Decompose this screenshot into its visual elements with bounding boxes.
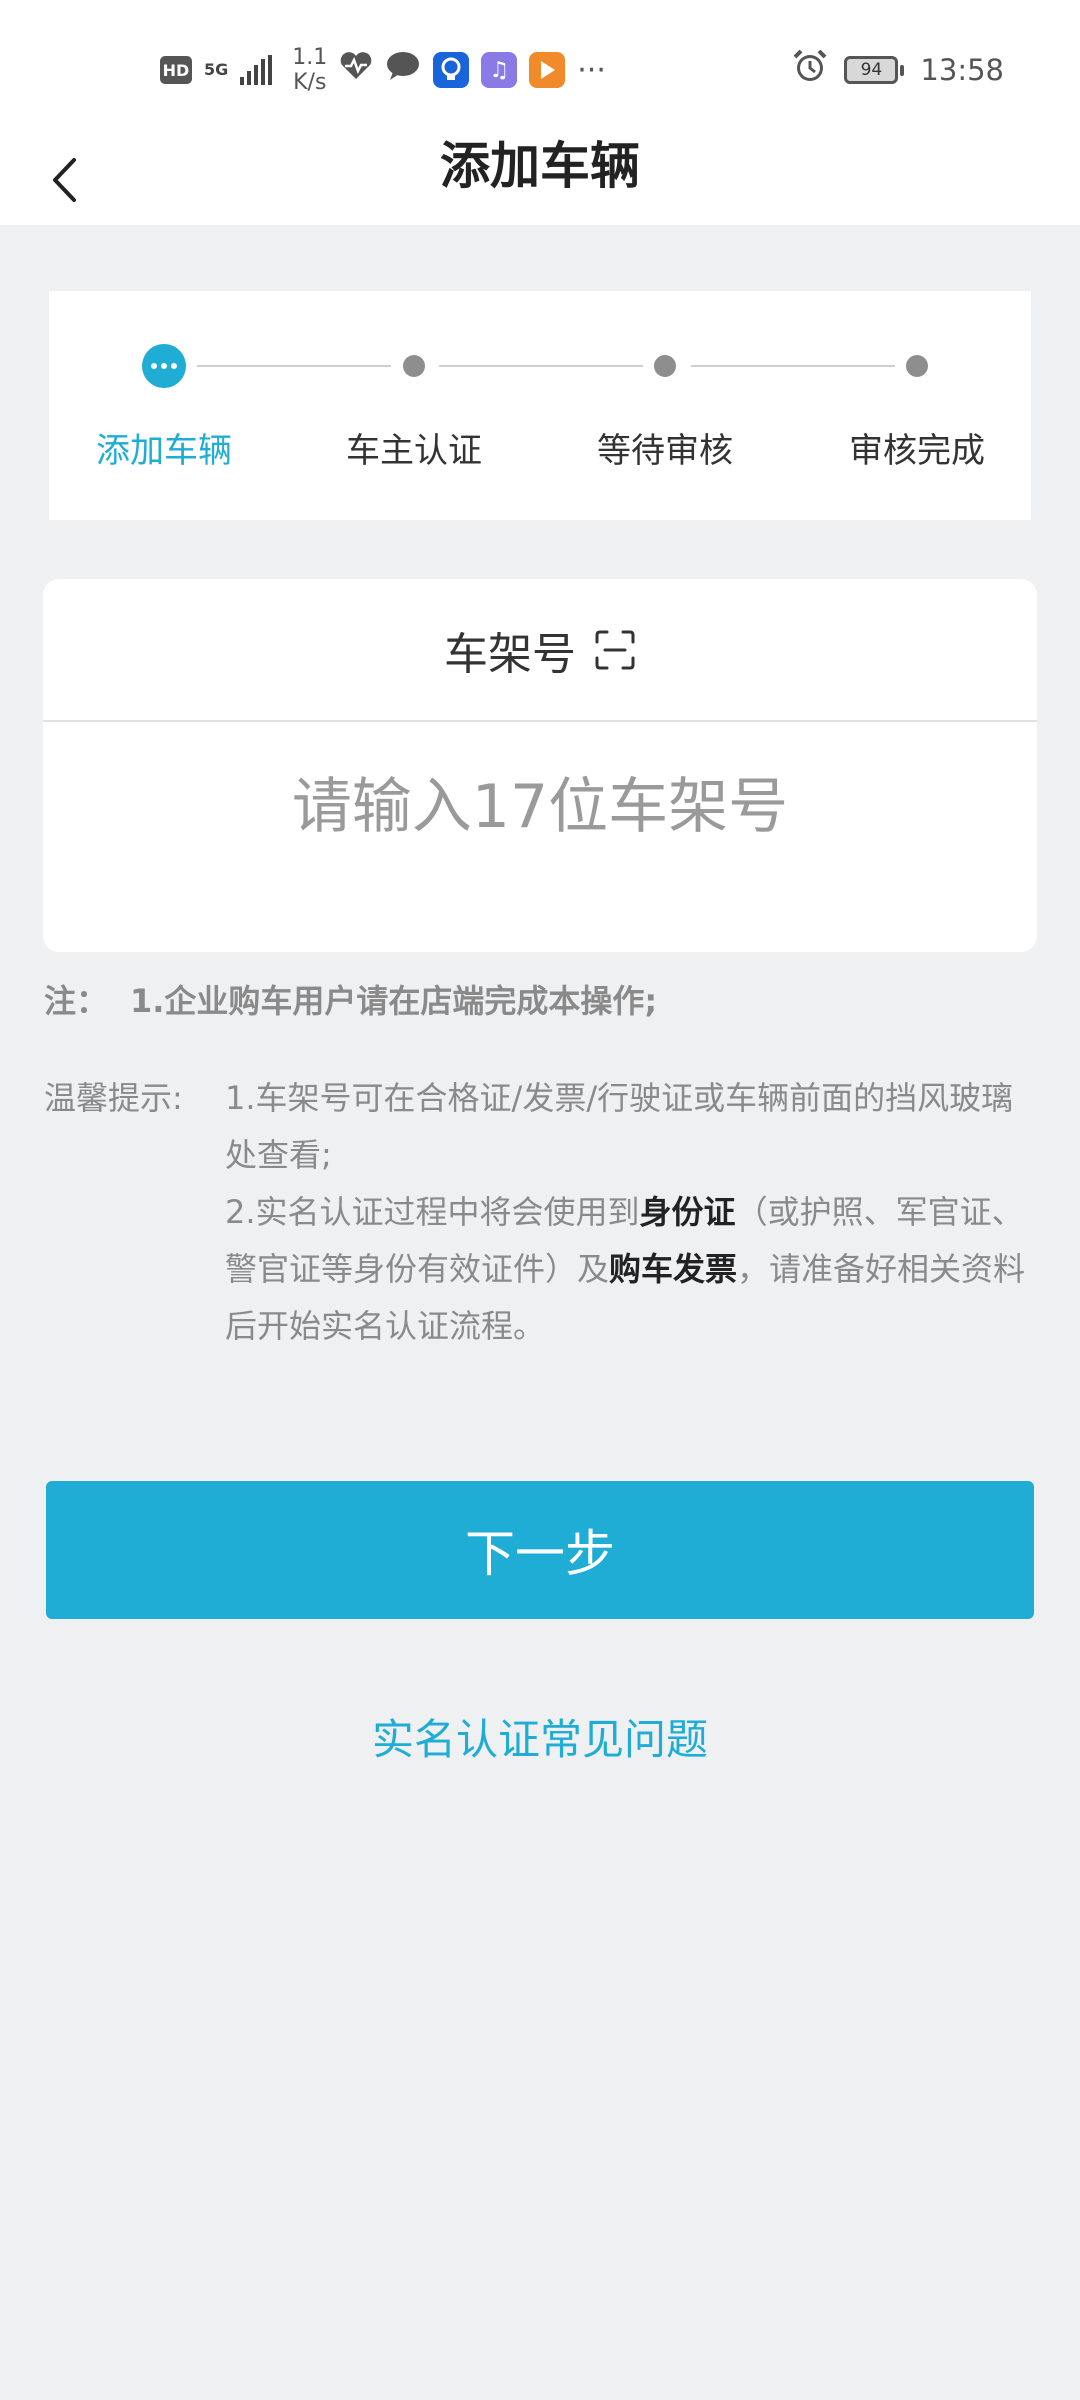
vin-input[interactable] xyxy=(43,722,1037,892)
alarm-clock-icon xyxy=(792,48,828,92)
tips-body: 1.车架号可在合格证/发票/行驶证或车辆前面的挡风玻璃处查看; 2.实名认证过程… xyxy=(225,1070,1035,1355)
status-left-group: HD 5G 1.1 K/s ♫ ··· xyxy=(160,40,606,100)
battery-icon: 94 xyxy=(844,56,905,84)
tip-id-card: 身份证 xyxy=(639,1193,736,1231)
step-label-awaiting-review: 等待审核 xyxy=(597,431,733,471)
step-2-dot-icon xyxy=(403,355,425,377)
hd-indicator: HD xyxy=(160,56,192,84)
network-type: 5G xyxy=(204,60,229,79)
app-header: 添加车辆 xyxy=(0,135,1080,225)
heart-rate-icon xyxy=(339,51,373,89)
network-speed-unit: K/s xyxy=(293,70,327,95)
step-connector xyxy=(197,365,391,367)
note: 注： 1.企业购车用户请在店端完成本操作; xyxy=(44,978,1044,1024)
note-label: 注： xyxy=(44,982,109,1020)
step-label-review-complete: 审核完成 xyxy=(849,431,985,471)
step-connector xyxy=(691,365,895,367)
step-label-owner-verification: 车主认证 xyxy=(346,431,482,471)
tips-label: 温馨提示: xyxy=(44,1079,183,1117)
step-4-dot-icon xyxy=(906,355,928,377)
tip-line-2: 2.实名认证过程中将会使用到身份证（或护照、军官证、警官证等身份有效证件）及购车… xyxy=(225,1184,1035,1355)
tip-line-2-prefix: 2.实名认证过程中将会使用到 xyxy=(225,1193,640,1231)
vin-card: 车架号 xyxy=(43,579,1037,952)
music-app-icon: ♫ xyxy=(481,52,518,88)
network-speed-value: 1.1 xyxy=(292,45,328,70)
vin-title: 车架号 xyxy=(444,628,576,680)
step-label-add-vehicle: 添加车辆 xyxy=(96,431,232,471)
network-speed: 1.1 K/s xyxy=(292,45,327,95)
tip-line-1: 1.车架号可在合格证/发票/行驶证或车辆前面的挡风玻璃处查看; xyxy=(225,1079,1014,1174)
note-text: 1.企业购车用户请在店端完成本操作; xyxy=(130,982,658,1020)
next-step-button[interactable]: 下一步 xyxy=(46,1481,1034,1619)
battery-level: 94 xyxy=(860,60,883,80)
progress-steps: 添加车辆 车主认证 等待审核 审核完成 xyxy=(49,291,1031,520)
lightbulb-app-icon xyxy=(433,52,470,88)
status-right-group: 94 13:58 xyxy=(792,40,1004,100)
page-title: 添加车辆 xyxy=(440,137,640,195)
step-3-dot-icon xyxy=(654,355,676,377)
step-1-active-dot-icon xyxy=(142,344,186,388)
verification-faq-link[interactable]: 实名认证常见问题 xyxy=(0,1706,1080,1767)
vin-header: 车架号 xyxy=(43,579,1037,720)
more-notifications-icon: ··· xyxy=(577,52,606,88)
status-bar: HD 5G 1.1 K/s ♫ ··· 94 13:58 xyxy=(0,0,1080,135)
step-connector xyxy=(439,365,643,367)
scan-icon[interactable] xyxy=(594,629,636,671)
tip-purchase-invoice: 购车发票 xyxy=(609,1250,738,1288)
video-app-icon xyxy=(529,52,566,88)
chat-bubble-icon xyxy=(385,50,421,90)
signal-icon xyxy=(240,55,273,85)
clock-time: 13:58 xyxy=(920,53,1004,87)
